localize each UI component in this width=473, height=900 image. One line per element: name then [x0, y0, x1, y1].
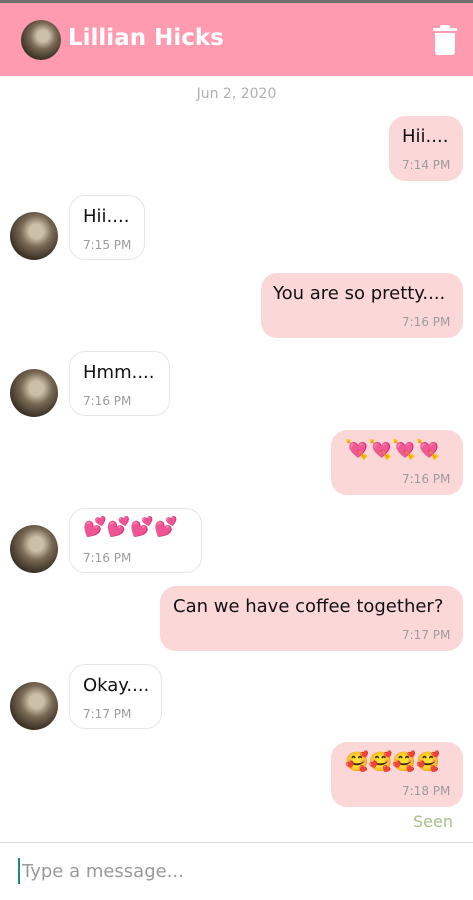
trash-icon[interactable]: [432, 25, 458, 55]
incoming-message[interactable]: 💕💕💕💕 7:16 PM: [69, 508, 202, 573]
message-time: 7:14 PM: [402, 158, 451, 172]
message-time: 7:17 PM: [83, 707, 132, 721]
message-text: Okay....: [83, 675, 150, 696]
contact-avatar-icon[interactable]: [21, 20, 61, 60]
message-text: Hii....: [83, 206, 130, 227]
message-time: 7:15 PM: [83, 238, 132, 252]
message-time: 7:16 PM: [402, 315, 451, 329]
message-time: 7:18 PM: [402, 784, 451, 798]
message-text: You are so pretty....: [273, 283, 446, 304]
contact-name[interactable]: Lillian Hicks: [68, 25, 224, 51]
message-text: 💕💕💕💕: [83, 516, 178, 538]
contact-avatar-icon: [10, 682, 58, 730]
text-cursor: [18, 858, 20, 884]
outgoing-message[interactable]: 💘💘💘💘 7:16 PM: [331, 430, 463, 495]
outgoing-message[interactable]: Hii.... 7:14 PM: [389, 116, 463, 181]
outgoing-message[interactable]: Can we have coffee together? 7:17 PM: [160, 586, 463, 651]
seen-status: Seen: [413, 812, 453, 831]
incoming-message[interactable]: Hii.... 7:15 PM: [69, 195, 145, 260]
message-text: 🥰🥰🥰🥰: [345, 751, 440, 773]
outgoing-message[interactable]: You are so pretty.... 7:16 PM: [261, 273, 463, 338]
incoming-message[interactable]: Hmm.... 7:16 PM: [69, 351, 170, 416]
message-time: 7:16 PM: [83, 551, 132, 565]
message-time: 7:16 PM: [83, 394, 132, 408]
contact-avatar-icon: [10, 369, 58, 417]
chat-header: Lillian Hicks: [0, 3, 473, 76]
message-text: Hmm....: [83, 362, 155, 383]
incoming-message[interactable]: Okay.... 7:17 PM: [69, 664, 162, 729]
message-time: 7:17 PM: [402, 628, 451, 642]
date-divider: Jun 2, 2020: [196, 86, 277, 102]
message-text: Hii....: [402, 126, 449, 147]
outgoing-message[interactable]: 🥰🥰🥰🥰 7:18 PM: [331, 742, 463, 807]
message-text: Can we have coffee together?: [173, 596, 444, 617]
message-input[interactable]: [22, 856, 452, 886]
message-text: 💘💘💘💘: [345, 439, 440, 461]
contact-avatar-icon: [10, 525, 58, 573]
contact-avatar-icon: [10, 212, 58, 260]
message-time: 7:16 PM: [402, 472, 451, 486]
